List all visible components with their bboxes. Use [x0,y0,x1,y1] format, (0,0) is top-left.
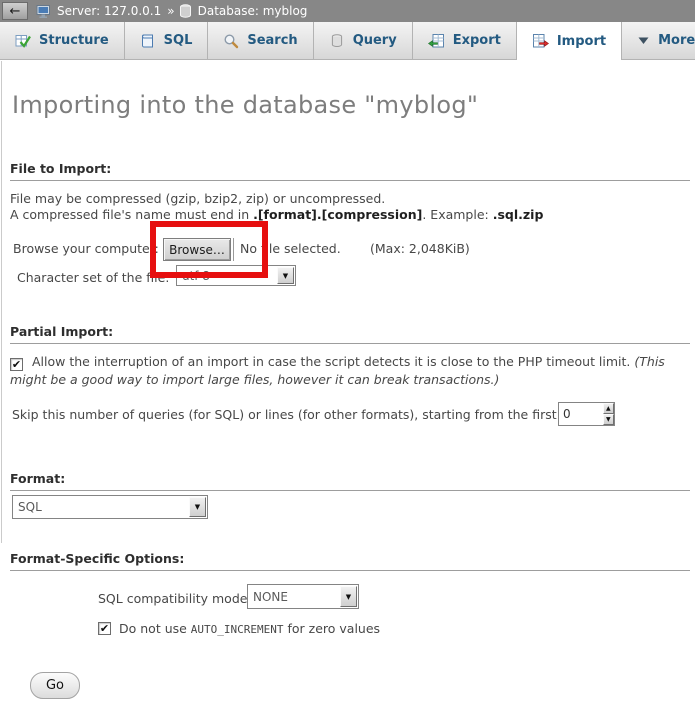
section-heading-partial-import: Partial Import: [10,324,690,344]
tab-bar: Structure SQL Search [0,22,695,60]
charset-label: Character set of the file: [17,270,170,285]
compression-info-line1: File may be compressed (gzip, bzip2, zip… [10,191,385,206]
file-input-divider [233,238,234,261]
main-content: Importing into the database "myblog" Fil… [0,60,695,716]
page-title: Importing into the database "myblog" [12,91,478,119]
sql-compatibility-value: NONE [248,585,339,608]
charset-selected-value: utf-8 [177,266,276,285]
breadcrumb-server-link[interactable]: Server: 127.0.0.1 [57,4,161,18]
tab-label: Structure [39,33,109,48]
format-select[interactable]: SQL ▼ [12,495,208,519]
chevron-down-icon[interactable]: ▼ [189,497,206,517]
tab-search[interactable]: Search [208,22,313,59]
import-icon [532,33,549,49]
allow-interruption-text: Allow the interruption of an import in c… [32,354,634,369]
auto-increment-prefix: Do not use [119,621,191,636]
chevron-down-icon[interactable]: ▼ [277,267,294,284]
skip-queries-label: Skip this number of queries (for SQL) or… [12,407,588,422]
format-compression-pattern: .[format].[compression] [253,207,422,222]
breadcrumb: ← Server: 127.0.0.1 » Database: myblog [0,0,695,22]
tab-structure[interactable]: Structure [0,22,125,59]
back-arrow-icon: ← [10,5,21,18]
tab-export[interactable]: Export [413,22,517,59]
section-heading-format-specific: Format-Specific Options: [10,551,690,571]
tab-import[interactable]: Import [517,22,622,60]
database-icon [179,4,192,18]
tab-query[interactable]: Query [314,22,413,59]
go-button[interactable]: Go [30,672,80,699]
spinner-down-button[interactable]: ▼ [603,414,614,425]
max-upload-size: (Max: 2,048KiB) [370,241,470,256]
query-icon [329,33,345,49]
export-icon [428,33,445,49]
sql-icon [140,33,156,49]
tab-label: Export [453,33,501,48]
auto-increment-suffix: for zero values [284,621,381,636]
sql-compatibility-label: SQL compatibility mode: [98,591,252,606]
browse-computer-label: Browse your computer: [13,241,159,256]
breadcrumb-database-link[interactable]: Database: myblog [198,4,308,18]
allow-interruption-row: ✔ Allow the interruption of an import in … [10,353,682,388]
auto-increment-checkbox[interactable]: ✔ [98,622,111,635]
info-text: A compressed file's name must end in [10,207,253,222]
tab-label: More [658,33,695,48]
no-file-selected-text: No file selected. [240,241,341,256]
allow-interruption-checkbox[interactable]: ✔ [10,358,23,371]
auto-increment-row: ✔ Do not use AUTO_INCREMENT for zero val… [98,621,380,636]
skip-queries-spinner: ▲ ▼ [603,403,614,425]
info-text: . Example: [422,207,492,222]
browse-button[interactable]: Browse… [163,238,231,261]
section-heading-file-to-import: File to Import: [10,161,690,181]
auto-increment-text: Do not use AUTO_INCREMENT for zero value… [119,621,380,636]
charset-select[interactable]: utf-8 ▼ [176,265,296,286]
format-selected-value: SQL [13,496,188,518]
server-icon [36,4,51,19]
tab-label: Search [247,33,297,48]
chevron-down-icon [637,34,650,47]
spinner-up-button[interactable]: ▲ [603,403,614,414]
tab-label: SQL [164,33,193,48]
skip-queries-input[interactable] [559,403,603,425]
structure-icon [15,33,31,49]
phpmyadmin-import-page: ← Server: 127.0.0.1 » Database: myblog [0,0,695,716]
back-button[interactable]: ← [2,2,28,20]
skip-queries-input-group: ▲ ▼ [558,402,615,426]
search-icon [223,33,239,49]
tab-label: Import [557,34,606,49]
breadcrumb-separator: » [167,4,174,18]
auto-increment-keyword: AUTO_INCREMENT [191,623,284,636]
tab-sql[interactable]: SQL [125,22,209,59]
chevron-down-icon[interactable]: ▼ [340,586,357,607]
section-heading-format: Format: [10,471,690,491]
tab-label: Query [353,33,397,48]
content-left-border [1,61,2,543]
compression-info-line2: A compressed file's name must end in .[f… [10,207,543,222]
sql-compatibility-select[interactable]: NONE ▼ [247,584,359,609]
tab-more[interactable]: More [622,22,695,59]
example-filename: .sql.zip [493,207,544,222]
